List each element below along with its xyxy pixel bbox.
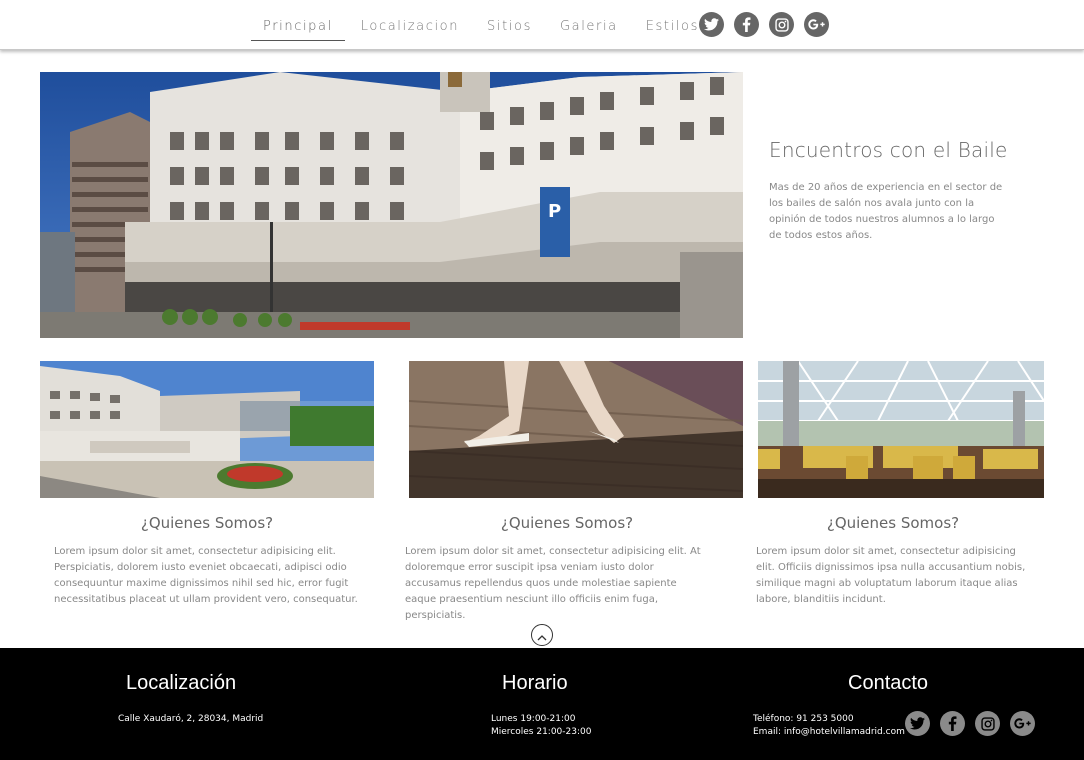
nav-item-estilos[interactable]: Estilos (646, 0, 699, 50)
card-3-image (758, 361, 1044, 498)
nav-item-sitios[interactable]: Sitios (487, 0, 532, 50)
footer: Localización Calle Xaudaró, 2, 28034, Ma… (0, 648, 1084, 760)
card-2-text: Lorem ipsum dolor sit amet, consectetur … (405, 546, 701, 621)
hero-hotel-image: P (40, 72, 743, 338)
twitter-icon[interactable] (905, 711, 930, 736)
googleplus-icon[interactable] (804, 12, 829, 37)
social-links-header (699, 12, 829, 37)
instagram-icon[interactable] (769, 12, 794, 37)
page: Principal Localizacion Sitios Galeria Es… (0, 0, 1084, 760)
hero-description: Mas de 20 años de experiencia en el sect… (769, 182, 1003, 241)
footer-schedule-line-2: Miercoles 21:00-23:00 (491, 727, 592, 737)
nav-item-principal[interactable]: Principal (251, 0, 345, 50)
card-1-image (40, 361, 374, 498)
footer-location-title: Localización (126, 672, 237, 694)
card-3-title: ¿Quienes Somos? (826, 514, 960, 532)
card-2-image (409, 361, 743, 498)
card-3-text: Lorem ipsum dolor sit amet, consectetur … (756, 546, 1026, 605)
card-1-title: ¿Quienes Somos? (140, 514, 274, 532)
hero-title: Encuentros con el Baile (769, 138, 1008, 162)
nav-item-localizacion[interactable]: Localizacion (361, 0, 459, 50)
card-1-text: Lorem ipsum dolor sit amet, consectetur … (54, 546, 358, 605)
footer-address: Calle Xaudaró, 2, 28034, Madrid (118, 714, 264, 724)
footer-schedule-line-1: Lunes 19:00-21:00 (491, 714, 576, 724)
main-nav: Principal Localizacion Sitios Galeria Es… (251, 0, 699, 50)
facebook-icon[interactable] (940, 711, 965, 736)
twitter-icon[interactable] (699, 12, 724, 37)
facebook-icon[interactable] (734, 12, 759, 37)
social-links-footer (905, 711, 1035, 736)
scroll-to-top-button[interactable] (531, 624, 553, 646)
footer-schedule-title: Horario (502, 672, 568, 694)
svg-text:P: P (548, 201, 561, 222)
card-2-title: ¿Quienes Somos? (500, 514, 634, 532)
hero-text-block: Encuentros con el Baile Mas de 20 años d… (769, 138, 1009, 244)
footer-email[interactable]: Email: info@hotelvillamadrid.com (753, 726, 905, 739)
googleplus-icon[interactable] (1010, 711, 1035, 736)
footer-contact-title: Contacto (848, 672, 929, 694)
top-navbar: Principal Localizacion Sitios Galeria Es… (0, 0, 1084, 50)
nav-item-galeria[interactable]: Galeria (560, 0, 618, 50)
footer-phone: Teléfono: 91 253 5000 (753, 714, 854, 724)
chevron-up-icon (537, 626, 547, 645)
instagram-icon[interactable] (975, 711, 1000, 736)
